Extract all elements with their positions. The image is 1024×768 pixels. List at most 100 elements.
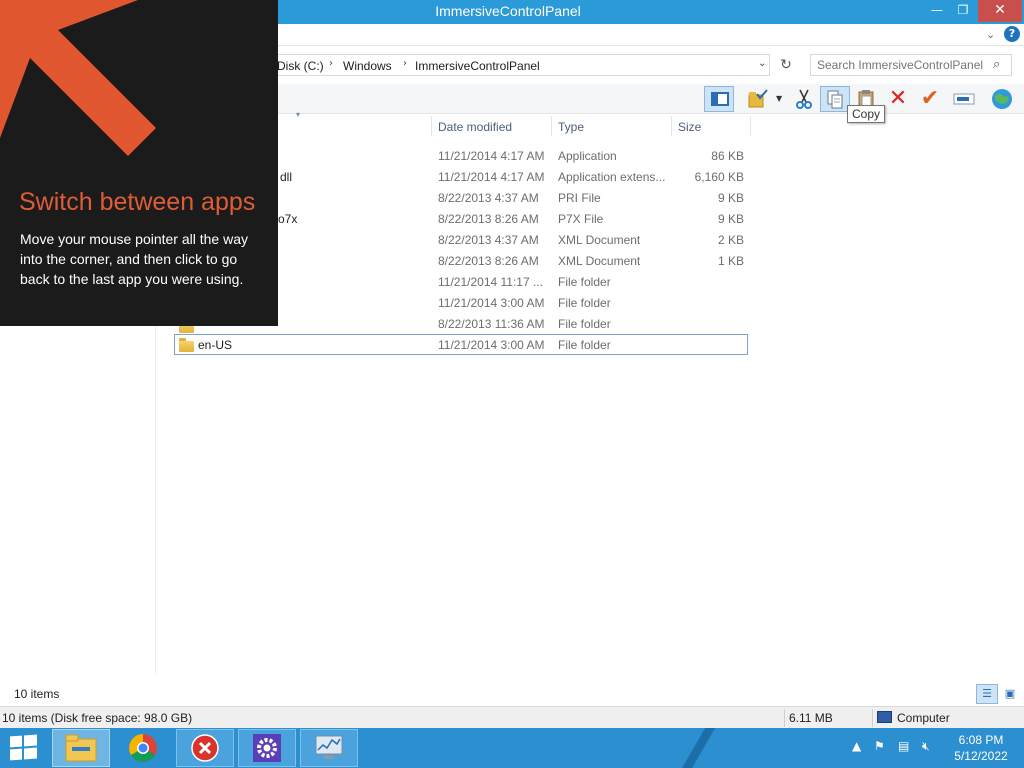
help-icon[interactable]: ? <box>1004 26 1020 42</box>
maximize-button[interactable]: ❐ <box>950 0 976 22</box>
file-type: File folder <box>558 317 611 331</box>
delete-button[interactable]: ✕ <box>884 86 912 112</box>
delete-x-icon: ✕ <box>888 86 908 111</box>
search-input[interactable] <box>817 58 987 72</box>
address-bar[interactable]: Disk (C:) › Windows › ImmersiveControlPa… <box>262 54 770 76</box>
sort-arrow-icon: ▾ <box>296 110 301 119</box>
large-icons-view-button[interactable]: ▣ <box>1000 684 1020 704</box>
tip-body: Move your mouse pointer all the way into… <box>20 231 248 287</box>
preview-pane-icon <box>711 92 729 106</box>
search-box[interactable]: ⌕ <box>810 54 1012 76</box>
column-header-date-modified[interactable]: Date modified <box>438 120 512 134</box>
properties-dropdown-icon[interactable]: ▼ <box>776 94 782 103</box>
file-date: 8/22/2013 8:26 AM <box>438 212 539 226</box>
file-explorer-icon <box>65 734 97 762</box>
file-date: 11/21/2014 11:17 ... <box>438 275 543 289</box>
breadcrumb-separator-icon[interactable]: › <box>403 58 407 69</box>
error-icon <box>191 734 219 762</box>
column-divider[interactable] <box>750 116 751 136</box>
windows-logo-icon <box>24 734 37 747</box>
file-name[interactable]: o7x <box>278 212 297 226</box>
rename-icon <box>953 93 975 105</box>
file-name[interactable]: dll <box>280 170 292 184</box>
column-divider[interactable] <box>671 116 672 136</box>
close-button[interactable]: ✕ <box>978 0 1022 22</box>
file-date: 8/22/2013 4:37 AM <box>438 191 539 205</box>
show-hidden-icons-icon[interactable]: ▲ <box>852 739 861 753</box>
file-type: File folder <box>558 275 611 289</box>
monitor-chart-icon <box>315 735 343 759</box>
file-type: File folder <box>558 296 611 310</box>
status-bar: 10 items (Disk free space: 98.0 GB) 6.11… <box>0 706 1024 728</box>
file-date: 11/21/2014 4:17 AM <box>438 149 545 163</box>
file-type: P7X File <box>558 212 604 226</box>
computer-icon <box>877 711 892 723</box>
refresh-icon[interactable]: ↻ <box>776 55 796 75</box>
status-items-info: 10 items (Disk free space: 98.0 GB) <box>2 711 193 725</box>
file-type: File folder <box>558 338 611 352</box>
clock-time: 6:08 PM <box>958 733 1004 747</box>
breadcrumb-disk-c[interactable]: Disk (C:) <box>277 59 324 73</box>
switch-apps-tip-overlay: Switch between apps Move your mouse poin… <box>0 0 278 326</box>
scissors-icon <box>796 89 812 109</box>
gear-icon <box>253 734 281 762</box>
cut-button[interactable] <box>790 86 818 112</box>
file-type: XML Document <box>558 233 641 247</box>
file-date: 8/22/2013 8:26 AM <box>438 254 539 268</box>
breadcrumb-separator-icon[interactable]: › <box>329 58 333 69</box>
network-icon[interactable]: ▤ <box>898 739 909 753</box>
taskbar-resource-monitor[interactable] <box>300 729 358 767</box>
preview-pane-button[interactable] <box>704 86 734 112</box>
start-button[interactable] <box>10 734 38 762</box>
file-type: XML Document <box>558 254 641 268</box>
column-header-type[interactable]: Type <box>558 120 584 134</box>
search-icon[interactable]: ⌕ <box>993 57 1000 72</box>
file-size: 1 KB <box>717 254 744 268</box>
file-name[interactable]: en-US <box>198 338 232 352</box>
file-type: Application extens... <box>558 170 666 184</box>
status-size: 6.11 MB <box>789 711 833 725</box>
action-center-flag-icon[interactable]: ⚑ <box>874 739 885 753</box>
windows-logo-icon <box>24 747 37 760</box>
copy-tooltip: Copy <box>847 105 886 123</box>
windows-logo-icon <box>10 748 22 761</box>
globe-button[interactable] <box>988 86 1016 112</box>
taskbar-decoration <box>640 728 760 768</box>
file-date: 11/21/2014 3:00 AM <box>438 338 545 352</box>
file-size: 9 KB <box>717 191 744 205</box>
breadcrumb-windows[interactable]: Windows <box>343 59 392 73</box>
properties-button[interactable] <box>744 86 772 112</box>
volume-muted-icon[interactable]: 🔇︎ <box>922 739 930 754</box>
file-type: Application <box>558 149 617 163</box>
taskbar-file-explorer[interactable] <box>52 729 110 767</box>
file-size: 6,160 KB <box>694 170 744 184</box>
status-divider <box>872 709 873 727</box>
folder-icon <box>179 338 194 352</box>
breadcrumb-immersivecontrolpanel[interactable]: ImmersiveControlPanel <box>415 59 540 73</box>
folder-check-icon <box>748 89 768 108</box>
column-divider[interactable] <box>431 116 432 136</box>
taskbar-error-app[interactable] <box>176 729 234 767</box>
check-button[interactable]: ✔ <box>916 86 944 112</box>
rename-button[interactable] <box>950 86 978 112</box>
file-date: 11/21/2014 4:17 AM <box>438 170 545 184</box>
taskbar-settings[interactable] <box>238 729 296 767</box>
system-clock[interactable]: 6:08 PM 5/12/2022 <box>942 732 1020 764</box>
file-size: 9 KB <box>717 212 744 226</box>
status-location: Computer <box>897 711 950 725</box>
taskbar-chrome[interactable] <box>114 729 172 767</box>
chrome-icon <box>129 734 157 762</box>
tip-title: Switch between apps <box>19 188 256 216</box>
ribbon-expand-icon[interactable]: ⌄ <box>986 28 995 41</box>
item-count: 10 items <box>14 687 60 701</box>
copy-icon <box>827 90 843 109</box>
address-history-dropdown-icon[interactable]: ⌄ <box>758 58 766 69</box>
minimize-button[interactable]: — <box>924 0 950 22</box>
file-size: 2 KB <box>717 233 744 247</box>
status-divider <box>784 709 785 727</box>
column-divider[interactable] <box>551 116 552 136</box>
details-view-button[interactable]: ☰ <box>976 684 998 704</box>
corner-arrow-icon <box>0 0 156 156</box>
column-header-size[interactable]: Size <box>678 120 701 134</box>
copy-button[interactable] <box>820 86 850 112</box>
